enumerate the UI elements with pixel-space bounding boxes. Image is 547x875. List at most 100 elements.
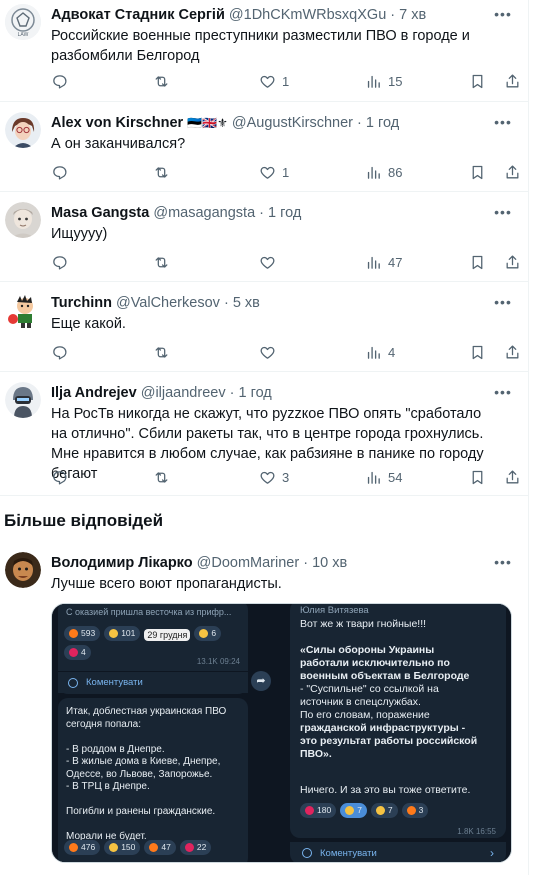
tweet-text: Лучше всего воют пропагандисты.	[51, 576, 282, 592]
reply-button[interactable]	[51, 344, 74, 361]
forward-icon[interactable]: ➦	[251, 671, 271, 691]
retweet-icon	[155, 166, 168, 178]
comment-button[interactable]: Коментувати	[58, 671, 248, 693]
author-handle[interactable]: @AugustKirschner	[232, 115, 353, 131]
avatar[interactable]	[5, 112, 41, 148]
share-button[interactable]	[504, 469, 521, 486]
retweet-button[interactable]	[153, 469, 176, 486]
bookmark-button[interactable]	[469, 73, 486, 90]
post-body-line: Итак, доблестная украинская ПВО	[66, 706, 227, 717]
like-button[interactable]: 1	[259, 164, 289, 181]
more-icon[interactable]: •••	[493, 554, 513, 572]
post-body-line	[66, 731, 242, 744]
views-button[interactable]: 54	[365, 469, 402, 486]
tweet-media-image[interactable]: С оказией пришла весточка из прифр... 59…	[51, 603, 512, 863]
more-icon[interactable]: •••	[493, 204, 513, 222]
retweet-button[interactable]	[153, 254, 176, 271]
like-button[interactable]	[259, 254, 282, 271]
author-handle[interactable]: @1DhCKmWRbsxqXGu	[229, 7, 386, 23]
views-button[interactable]: 4	[365, 344, 395, 361]
post-body-line: Одессе, во Львове, Запорожье.	[66, 768, 213, 780]
more-icon[interactable]: •••	[493, 6, 513, 24]
views-icon	[367, 346, 380, 359]
share-button[interactable]	[504, 344, 521, 361]
share-button[interactable]	[504, 73, 521, 90]
post-body-line: - В ТРЦ в Днепре.	[66, 781, 150, 792]
author-name[interactable]: Ilja Andrejev	[51, 385, 137, 401]
share-button[interactable]	[504, 254, 521, 271]
avatar[interactable]	[5, 552, 41, 588]
avatar[interactable]	[5, 292, 41, 328]
retweet-icon	[155, 471, 168, 483]
like-button[interactable]	[259, 344, 282, 361]
retweet-button[interactable]	[153, 164, 176, 181]
bookmark-button[interactable]	[469, 164, 486, 181]
tweet[interactable]: Masa Gangsta @masagangsta · 1 год ••• Ищ…	[0, 192, 529, 282]
views-button[interactable]: 47	[365, 254, 402, 271]
likes-count: 1	[282, 164, 290, 180]
avatar[interactable]	[5, 202, 41, 238]
views-count: 86	[388, 164, 403, 180]
views-button[interactable]: 86	[365, 164, 402, 181]
author-name[interactable]: Turchinn	[51, 295, 112, 311]
retweet-button[interactable]	[153, 73, 176, 90]
bookmark-button[interactable]	[469, 254, 486, 271]
bookmark-button[interactable]	[469, 469, 486, 486]
comment-icon	[302, 848, 312, 858]
post-quote: «Силы обороны Украины работали исключител…	[300, 644, 500, 761]
tweet-time[interactable]: 1 год	[268, 205, 301, 221]
reply-icon	[53, 345, 67, 360]
post-body-line	[66, 794, 242, 807]
tweet-time[interactable]: 1 год	[239, 385, 272, 401]
tweet-actions: 1 86	[51, 162, 519, 182]
author-handle[interactable]: @ValCherkesov	[116, 295, 220, 311]
author-name[interactable]: Alex von Kirschner	[51, 115, 183, 131]
tweet-actions: 47	[51, 252, 519, 272]
telegram-post-top: С оказией пришла весточка из прифр... 59…	[58, 604, 248, 694]
chevron-right-icon: ›	[490, 846, 494, 860]
tweet-time[interactable]: 5 хв	[233, 295, 260, 311]
tweet-actions: 1 15	[51, 71, 519, 91]
reply-button[interactable]	[51, 469, 74, 486]
retweet-icon	[155, 346, 168, 358]
like-button[interactable]: 1	[259, 73, 289, 90]
author-handle[interactable]: @masagangsta	[153, 205, 255, 221]
reaction-row: 180 7 7 3	[300, 803, 432, 819]
comment-button[interactable]: Коментувати ›	[290, 842, 506, 862]
avatar[interactable]: LAW	[5, 4, 41, 40]
tweet-time[interactable]: 1 год	[366, 115, 399, 131]
post-quote-line: По его словам, поражение	[300, 709, 430, 721]
like-button[interactable]: 3	[259, 469, 289, 486]
more-icon[interactable]: •••	[493, 294, 513, 312]
more-icon[interactable]: •••	[493, 114, 513, 132]
author-handle[interactable]: @iljaandreev	[141, 385, 226, 401]
telegram-screenshot-right: Юлия Витязева Вот же ж твари гнойные!!! …	[284, 604, 511, 862]
more-icon[interactable]: •••	[493, 384, 513, 402]
reply-button[interactable]	[51, 254, 74, 271]
retweet-button[interactable]	[153, 344, 176, 361]
share-button[interactable]	[504, 164, 521, 181]
tweet-time[interactable]: 7 хв	[399, 7, 426, 23]
author-name[interactable]: Masa Gangsta	[51, 205, 149, 221]
reply-button[interactable]	[51, 164, 74, 181]
author-name[interactable]: Володимир Лікарко	[51, 555, 193, 571]
author-name[interactable]: Адвокат Стадник Сергій	[51, 7, 225, 23]
views-icon	[367, 471, 380, 484]
author-handle[interactable]: @DoomMariner	[197, 555, 300, 571]
views-count: 15	[388, 73, 403, 89]
bookmark-icon	[472, 255, 483, 269]
views-button[interactable]: 15	[365, 73, 402, 90]
post-body-line: сегодня попала:	[66, 718, 142, 730]
tweet[interactable]: LAW Адвокат Стадник Сергій @1DhCKmWRbsxq…	[0, 0, 529, 102]
post-quote-line: гражданской инфраструктуры -	[300, 722, 466, 734]
reply-button[interactable]	[51, 73, 74, 90]
tweet-time[interactable]: 10 хв	[312, 555, 347, 571]
bookmark-button[interactable]	[469, 344, 486, 361]
avatar[interactable]	[5, 382, 41, 418]
retweet-icon	[155, 256, 168, 268]
tweet[interactable]: Ilja Andrejev @iljaandreev · 1 год ••• Н…	[0, 372, 529, 496]
tweet[interactable]: Turchinn @ValCherkesov · 5 хв ••• Еще ка…	[0, 282, 529, 372]
tweet[interactable]: Alex von Kirschner 🇪🇪🇬🇧⚜ @AugustKirschne…	[0, 102, 529, 192]
views-count: 54	[388, 469, 403, 485]
comment-icon	[68, 677, 78, 688]
